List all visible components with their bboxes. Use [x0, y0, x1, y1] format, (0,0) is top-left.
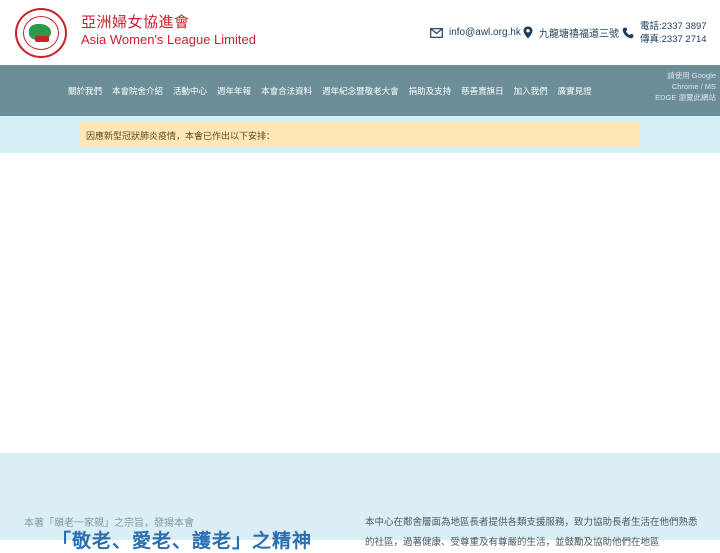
main-navigation: 關於我們 本會院舍介紹 活動中心 週年年報 本會合法資料 週年紀念暨敬老大會 捐… — [0, 65, 720, 116]
brand-name-english[interactable]: Asia Women's League Limited — [81, 32, 256, 47]
contact-phone[interactable]: 電話:2337 3897 傳真:2337 2714 — [622, 0, 707, 65]
nav-menu: 關於我們 本會院舍介紹 活動中心 週年年報 本會合法資料 週年紀念暨敬老大會 捐… — [68, 65, 602, 116]
brand-name-chinese[interactable]: 亞洲婦女協進會 — [81, 11, 190, 32]
nav-item-annual-report[interactable]: 週年年報 — [217, 85, 251, 97]
fax-text: 傳真:2337 2714 — [640, 33, 707, 45]
nav-item-testimonials[interactable]: 廣實見證 — [558, 85, 592, 97]
address-text: 九龍塘禧福道三號 — [539, 29, 619, 40]
covid-notice: 因應新型冠狀肺炎疫情，本會已作出以下安排： — [80, 122, 640, 147]
intro-description: 本中心在鄰舍層面為地區長者提供各類支援服務，致力協助長者生活在他們熟悉的社區，過… — [365, 517, 698, 548]
emblem-banner — [35, 36, 49, 42]
nav-item-join-us[interactable]: 加入我們 — [514, 85, 548, 97]
phone-text[interactable]: 電話:2337 3897 — [640, 20, 707, 33]
browser-recommendation: 請使用 Google Chrome / MS EDGE 瀏覽此網站 — [655, 71, 716, 102]
nav-item-activity-centre[interactable]: 活動中心 — [173, 85, 207, 97]
map-pin-icon — [523, 26, 533, 39]
nav-item-legal-info[interactable]: 本會合法資料 — [261, 85, 312, 97]
envelope-icon — [430, 27, 443, 38]
phone-fax-block: 電話:2337 3897 傳真:2337 2714 — [640, 20, 707, 46]
nav-item-flag-day[interactable]: 慈善賣旗日 — [461, 85, 504, 97]
site-header: 亞洲婦女協進會 Asia Women's League Limited info… — [0, 0, 720, 65]
nav-item-donate[interactable]: 捐助及支持 — [409, 85, 452, 97]
contact-email[interactable]: info@awl.org.hk — [430, 0, 521, 65]
phone-icon — [622, 27, 634, 38]
content-area — [0, 153, 720, 453]
nav-item-facilities[interactable]: 本會院舍介紹 — [112, 85, 163, 97]
nav-item-about[interactable]: 關於我們 — [68, 85, 102, 97]
email-text[interactable]: info@awl.org.hk — [449, 27, 521, 38]
nav-item-anniversary[interactable]: 週年紀念暨敬老大會 — [322, 85, 399, 97]
contact-address[interactable]: 九龍塘禧福道三號 — [523, 0, 619, 65]
awl-emblem-icon[interactable] — [15, 8, 67, 58]
